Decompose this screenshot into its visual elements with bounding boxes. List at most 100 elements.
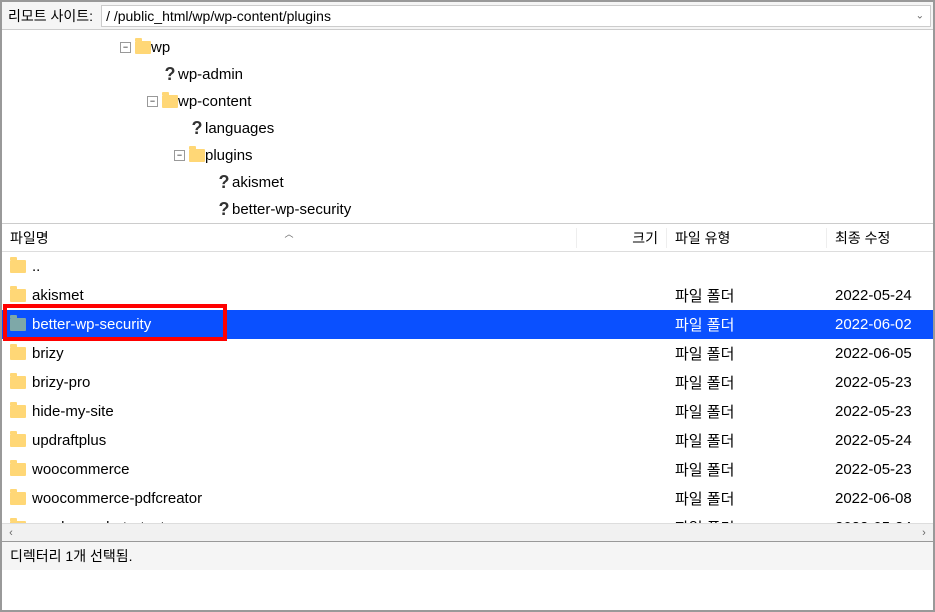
collapse-icon[interactable]: − (147, 96, 158, 107)
tree-label: akismet (232, 174, 284, 191)
folder-icon (10, 376, 26, 389)
column-header-type[interactable]: 파일 유형 (667, 228, 827, 248)
file-name-label: updraftplus (32, 432, 106, 449)
tree-node-wp-admin[interactable]: ? wp-admin (2, 61, 933, 88)
file-type-cell: 파일 폴더 (667, 372, 827, 393)
file-name-cell: woocommerce-pdfcreator (2, 490, 577, 507)
file-name-cell: .. (2, 258, 577, 275)
tree-node-wp-content[interactable]: − wp-content (2, 88, 933, 115)
folder-icon (10, 347, 26, 360)
file-row[interactable]: woocommerce-pdfcreator 파일 폴더2022-06-08 (2, 484, 933, 513)
file-list-body[interactable]: ..akismet파일 폴더2022-05-24better-wp-securi… (2, 252, 933, 523)
folder-icon (135, 41, 151, 54)
file-row[interactable]: better-wp-security 파일 폴더2022-06-02 (2, 310, 933, 339)
column-header-size[interactable]: 크기 (577, 228, 667, 248)
file-row[interactable]: .. (2, 252, 933, 281)
file-name-label: wordpress-beta-tester (32, 519, 178, 523)
tree-label: better-wp-security (232, 201, 351, 218)
tree-label: plugins (205, 147, 253, 164)
file-row[interactable]: woocommerce 파일 폴더2022-05-23 (2, 455, 933, 484)
file-name-cell: updraftplus (2, 432, 577, 449)
folder-icon (162, 95, 178, 108)
folder-icon (10, 521, 26, 523)
tree-label: wp-admin (178, 66, 243, 83)
tree-node-plugins[interactable]: − plugins (2, 142, 933, 169)
file-type-cell: 파일 폴더 (667, 488, 827, 509)
folder-icon (10, 434, 26, 447)
file-type-cell: 파일 폴더 (667, 430, 827, 451)
file-type-cell: 파일 폴더 (667, 459, 827, 480)
remote-path-dropdown[interactable]: / /public_html/wp/wp-content/plugins ⌄ (101, 5, 931, 27)
file-row[interactable]: akismet 파일 폴더2022-05-24 (2, 281, 933, 310)
file-name-cell: woocommerce (2, 461, 577, 478)
folder-icon (10, 463, 26, 476)
folder-icon (10, 260, 26, 273)
file-name-cell: akismet (2, 287, 577, 304)
folder-icon (10, 405, 26, 418)
file-date-cell: 2022-05-23 (827, 374, 933, 391)
file-name-cell: hide-my-site (2, 403, 577, 420)
unknown-folder-icon: ? (216, 172, 232, 193)
file-date-cell: 2022-06-02 (827, 316, 933, 333)
file-type-cell: 파일 폴더 (667, 314, 827, 335)
file-row[interactable]: brizy 파일 폴더2022-06-05 (2, 339, 933, 368)
file-date-cell: 2022-05-23 (827, 461, 933, 478)
file-name-label: brizy-pro (32, 374, 90, 391)
file-type-cell: 파일 폴더 (667, 343, 827, 364)
directory-tree[interactable]: − wp ? wp-admin − wp-content ? languages… (2, 30, 933, 224)
sort-ascending-icon: ︿ (284, 227, 293, 240)
file-name-label: better-wp-security (32, 316, 151, 333)
folder-icon (10, 318, 26, 331)
file-date-cell: 2022-05-23 (827, 403, 933, 420)
unknown-folder-icon: ? (216, 199, 232, 220)
file-type-cell: 파일 폴더 (667, 517, 827, 523)
status-bar: 디렉터리 1개 선택됨. (2, 542, 933, 570)
file-name-label: .. (32, 258, 40, 275)
tree-node-wp[interactable]: − wp (2, 34, 933, 61)
file-row[interactable]: wordpress-beta-tester 파일 폴더2022-05-24 (2, 513, 933, 523)
file-type-cell: 파일 폴더 (667, 401, 827, 422)
file-date-cell: 2022-05-24 (827, 432, 933, 449)
collapse-icon[interactable]: − (174, 150, 185, 161)
status-text: 디렉터리 1개 선택됨. (10, 546, 133, 566)
tree-label: wp-content (178, 93, 251, 110)
file-date-cell: 2022-06-08 (827, 490, 933, 507)
scroll-left-icon[interactable]: ‹ (2, 524, 20, 542)
file-row[interactable]: hide-my-site 파일 폴더2022-05-23 (2, 397, 933, 426)
folder-icon (10, 492, 26, 505)
chevron-down-icon: ⌄ (916, 10, 924, 21)
file-name-label: hide-my-site (32, 403, 114, 420)
horizontal-scrollbar[interactable]: ‹ › (2, 523, 933, 541)
file-date-cell: 2022-05-24 (827, 519, 933, 523)
file-date-cell: 2022-06-05 (827, 345, 933, 362)
file-name-label: akismet (32, 287, 84, 304)
tree-label: languages (205, 120, 274, 137)
tree-node-akismet[interactable]: ? akismet (2, 169, 933, 196)
tree-node-languages[interactable]: ? languages (2, 115, 933, 142)
column-header-name[interactable]: 파일명 ︿ (2, 228, 577, 248)
tree-label: wp (151, 39, 170, 56)
collapse-icon[interactable]: − (120, 42, 131, 53)
file-name-label: brizy (32, 345, 64, 362)
file-type-cell: 파일 폴더 (667, 285, 827, 306)
column-header-date[interactable]: 최종 수정 (827, 228, 933, 248)
file-name-cell: brizy-pro (2, 374, 577, 391)
scroll-right-icon[interactable]: › (915, 524, 933, 542)
file-name-cell: better-wp-security (2, 316, 577, 333)
remote-path-value: / /public_html/wp/wp-content/plugins (106, 8, 331, 24)
file-row[interactable]: updraftplus 파일 폴더2022-05-24 (2, 426, 933, 455)
file-name-cell: wordpress-beta-tester (2, 519, 577, 523)
file-row[interactable]: brizy-pro 파일 폴더2022-05-23 (2, 368, 933, 397)
unknown-folder-icon: ? (162, 64, 178, 85)
folder-icon (189, 149, 205, 162)
file-name-label: woocommerce-pdfcreator (32, 490, 202, 507)
file-name-label: woocommerce (32, 461, 130, 478)
remote-site-address-bar: 리모트 사이트: / /public_html/wp/wp-content/pl… (2, 2, 933, 30)
file-list-pane: 파일명 ︿ 크기 파일 유형 최종 수정 ..akismet파일 폴더2022-… (2, 224, 933, 542)
folder-icon (10, 289, 26, 302)
file-date-cell: 2022-05-24 (827, 287, 933, 304)
unknown-folder-icon: ? (189, 118, 205, 139)
tree-node-better-wp-security[interactable]: ? better-wp-security (2, 196, 933, 223)
remote-site-label: 리모트 사이트: (2, 6, 99, 26)
file-name-cell: brizy (2, 345, 577, 362)
